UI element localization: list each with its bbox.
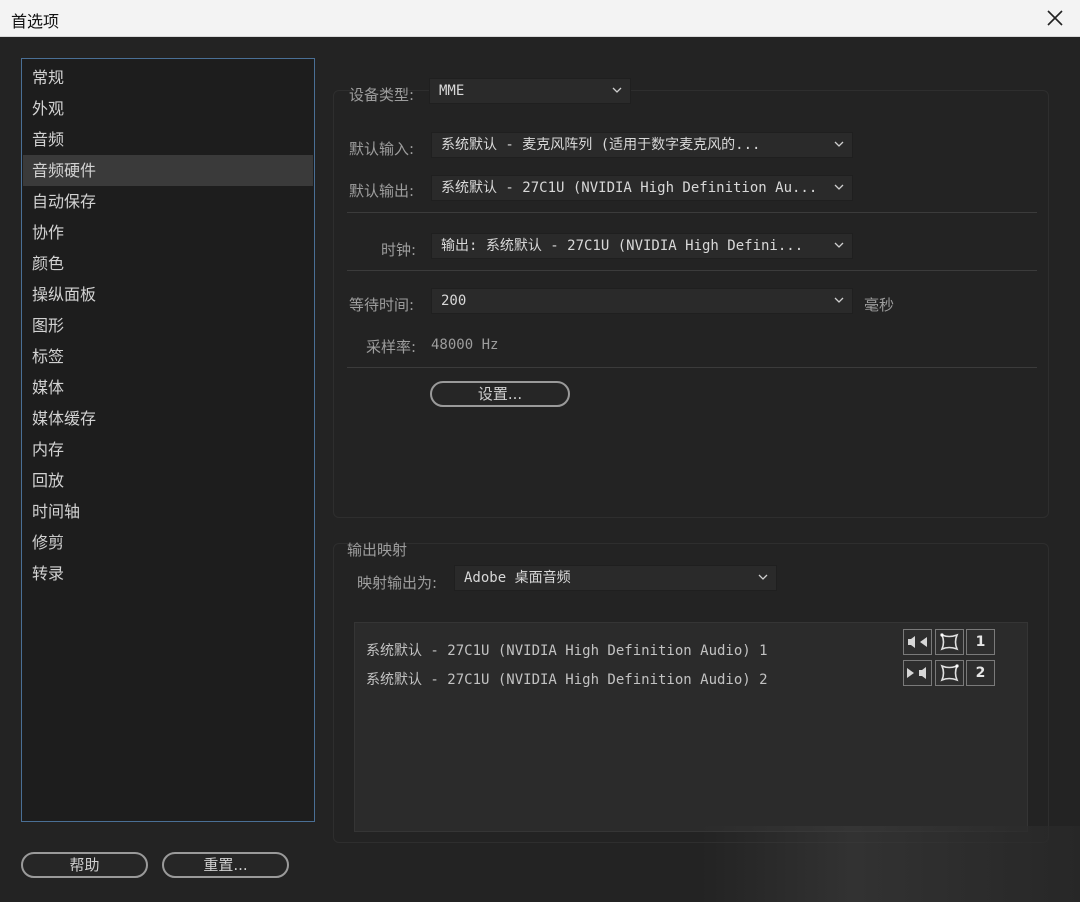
chevron-down-icon <box>834 297 844 303</box>
device-type-dropdown[interactable]: MME <box>429 78 631 104</box>
sidebar-item-media[interactable]: 媒体 <box>23 372 313 403</box>
sidebar-item-labels[interactable]: 标签 <box>23 341 313 372</box>
sample-rate-value: 48000 Hz <box>431 337 499 353</box>
title-bar: 首选项 <box>0 0 1080 37</box>
sidebar-item-audio[interactable]: 音频 <box>23 124 313 155</box>
chevron-down-icon <box>758 574 768 580</box>
map-output-value: Adobe 桌面音频 <box>464 570 571 586</box>
channel-frame-icon[interactable] <box>935 629 964 655</box>
device-type-label: 设备类型: <box>349 86 415 104</box>
speaker-left-icon[interactable] <box>903 629 932 655</box>
sidebar-item-trim[interactable]: 修剪 <box>23 527 313 558</box>
map-output-dropdown[interactable]: Adobe 桌面音频 <box>454 565 777 591</box>
close-icon[interactable] <box>1042 5 1068 31</box>
sidebar-item-transcription[interactable]: 转录 <box>23 558 313 589</box>
reset-button[interactable]: 重置... <box>162 852 289 878</box>
chevron-down-icon <box>834 184 844 190</box>
category-list: 常规 外观 音频 音频硬件 自动保存 协作 颜色 操纵面板 图形 标签 媒体 媒… <box>21 58 315 822</box>
channel-row-2[interactable]: 系统默认 - 27C1U (NVIDIA High Definition Aud… <box>366 669 768 689</box>
sidebar-item-collaboration[interactable]: 协作 <box>23 217 313 248</box>
clock-label: 时钟: <box>381 241 417 259</box>
sidebar-item-control-surface[interactable]: 操纵面板 <box>23 279 313 310</box>
help-button[interactable]: 帮助 <box>21 852 148 878</box>
default-output-label: 默认输出: <box>349 182 415 200</box>
latency-value: 200 <box>441 293 467 309</box>
channel-row-1[interactable]: 系统默认 - 27C1U (NVIDIA High Definition Aud… <box>366 640 768 660</box>
sample-rate-label: 采样率: <box>366 338 417 356</box>
sidebar-item-appearance[interactable]: 外观 <box>23 93 313 124</box>
default-input-dropdown[interactable]: 系统默认 - 麦克风阵列 (适用于数字麦克风的... <box>431 132 853 158</box>
sidebar-item-media-cache[interactable]: 媒体缓存 <box>23 403 313 434</box>
default-output-value: 系统默认 - 27C1U (NVIDIA High Definition Au.… <box>441 180 818 196</box>
default-output-dropdown[interactable]: 系统默认 - 27C1U (NVIDIA High Definition Au.… <box>431 175 853 201</box>
blurred-area <box>700 826 1080 902</box>
device-type-value: MME <box>439 83 465 99</box>
latency-label: 等待时间: <box>349 296 415 314</box>
sidebar-item-playback[interactable]: 回放 <box>23 465 313 496</box>
sidebar-item-graphics[interactable]: 图形 <box>23 310 313 341</box>
clock-value: 输出: 系统默认 - 27C1U (NVIDIA High Defini... <box>441 238 804 254</box>
sidebar-item-autosave[interactable]: 自动保存 <box>23 186 313 217</box>
sidebar-item-timeline[interactable]: 时间轴 <box>23 496 313 527</box>
default-input-value: 系统默认 - 麦克风阵列 (适用于数字麦克风的... <box>441 137 761 153</box>
sidebar-item-memory[interactable]: 内存 <box>23 434 313 465</box>
channel-number-2: 2 <box>966 660 995 686</box>
chevron-down-icon <box>834 242 844 248</box>
divider <box>347 367 1037 368</box>
default-input-label: 默认输入: <box>349 140 415 158</box>
divider <box>347 212 1037 213</box>
latency-unit: 毫秒 <box>864 296 895 314</box>
sidebar-item-general[interactable]: 常规 <box>23 62 313 93</box>
latency-dropdown[interactable]: 200 <box>431 288 853 314</box>
chevron-down-icon <box>834 141 844 147</box>
map-output-label: 映射输出为: <box>357 574 438 592</box>
settings-button[interactable]: 设置... <box>430 381 570 407</box>
channel-frame-icon[interactable] <box>935 660 964 686</box>
chevron-down-icon <box>612 87 622 93</box>
clock-dropdown[interactable]: 输出: 系统默认 - 27C1U (NVIDIA High Defini... <box>431 233 853 259</box>
sidebar-item-audio-hardware[interactable]: 音频硬件 <box>23 155 313 186</box>
speaker-right-icon[interactable] <box>903 660 932 686</box>
window-title: 首选项 <box>11 12 60 31</box>
divider <box>347 270 1037 271</box>
output-mapping-title: 输出映射 <box>347 541 408 559</box>
channel-number-1: 1 <box>966 629 995 655</box>
sidebar-item-color[interactable]: 颜色 <box>23 248 313 279</box>
